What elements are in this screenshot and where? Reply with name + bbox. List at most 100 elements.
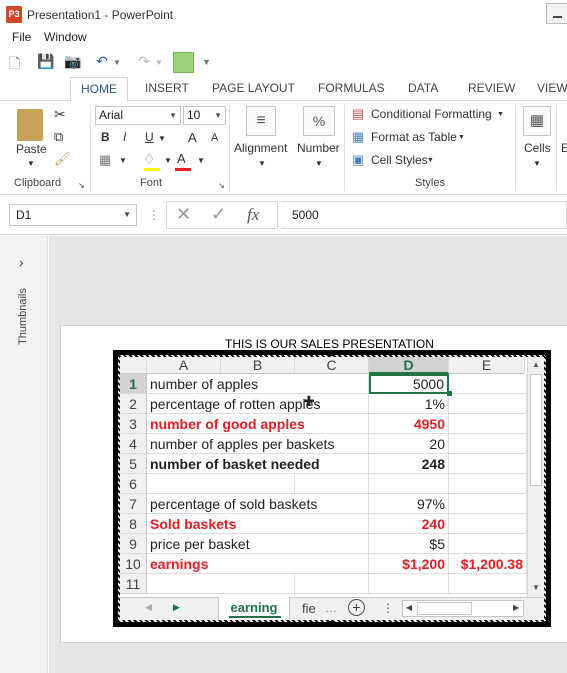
- underline-button[interactable]: U: [145, 130, 154, 144]
- expand-thumbnails-icon[interactable]: ›: [19, 254, 24, 270]
- cell-c9[interactable]: [295, 534, 369, 554]
- conditional-formatting-button[interactable]: Conditional Formatting: [371, 107, 492, 121]
- formula-input[interactable]: 5000: [281, 201, 567, 229]
- grow-font-button[interactable]: A: [188, 130, 197, 145]
- cell-d6[interactable]: [369, 474, 449, 494]
- row-header[interactable]: 1: [120, 374, 147, 394]
- cell-e10[interactable]: $1,200.38: [449, 554, 527, 574]
- cell-e11[interactable]: [449, 574, 527, 594]
- resize-handle[interactable]: [545, 621, 551, 627]
- fill-color-dropdown-icon[interactable]: ▼: [164, 156, 172, 165]
- cell-a1[interactable]: number of apples: [147, 374, 258, 394]
- cell-e7[interactable]: [449, 494, 527, 514]
- tab-data[interactable]: DATA: [408, 81, 438, 95]
- format-painter-icon[interactable]: 🖌: [54, 151, 71, 167]
- custom-macro-icon[interactable]: [173, 52, 194, 73]
- cell-c10[interactable]: [295, 554, 369, 574]
- menu-file[interactable]: File: [12, 30, 31, 44]
- cell-d11[interactable]: [369, 574, 449, 594]
- cell-styles-icon[interactable]: ▣: [352, 152, 364, 168]
- borders-icon[interactable]: ▦: [99, 152, 111, 168]
- undo-dropdown-icon[interactable]: ▼: [113, 58, 121, 67]
- cell-styles-button[interactable]: Cell Styles: [371, 153, 428, 167]
- cell-a8[interactable]: Sold baskets: [147, 514, 236, 534]
- column-header-b[interactable]: B: [221, 357, 295, 374]
- cell-d2[interactable]: 1%: [369, 394, 449, 414]
- horizontal-scroll-thumb[interactable]: [417, 602, 472, 615]
- cell-d8[interactable]: 240: [369, 514, 449, 534]
- cell-e8[interactable]: [449, 514, 527, 534]
- cell-a6[interactable]: [147, 474, 221, 494]
- cell-d5[interactable]: 248: [369, 454, 449, 474]
- resize-handle[interactable]: [113, 621, 119, 627]
- font-color-button[interactable]: A: [177, 151, 186, 166]
- fill-handle[interactable]: [447, 391, 452, 396]
- cell-c3[interactable]: [295, 414, 369, 434]
- cell-b10[interactable]: [221, 554, 295, 574]
- cancel-icon[interactable]: ✕: [176, 204, 191, 225]
- row-header[interactable]: 7: [120, 494, 147, 514]
- column-header-c[interactable]: C: [295, 357, 369, 374]
- sheet-tab-fie[interactable]: fie: [302, 601, 316, 616]
- name-box[interactable]: D1 ▼: [9, 204, 137, 226]
- cell-a3[interactable]: number of good apples: [147, 414, 305, 434]
- tab-formulas[interactable]: FORMULAS: [318, 81, 385, 95]
- cell-a4[interactable]: number of apples per baskets: [147, 434, 334, 454]
- row-header[interactable]: 2: [120, 394, 147, 414]
- cell-e1[interactable]: [449, 374, 527, 394]
- row-header[interactable]: 3: [120, 414, 147, 434]
- menu-window[interactable]: Window: [44, 30, 87, 44]
- font-size-dropdown[interactable]: 10 ▼: [183, 106, 226, 125]
- number-dropdown-icon[interactable]: ▼: [315, 159, 323, 168]
- save-icon[interactable]: 💾: [37, 53, 54, 70]
- tab-view[interactable]: VIEW: [537, 81, 567, 95]
- clipboard-launcher-icon[interactable]: ↘: [78, 181, 85, 190]
- horizontal-scrollbar[interactable]: ◀ ▶: [402, 600, 524, 617]
- resize-handle[interactable]: [329, 350, 335, 356]
- tab-options-icon[interactable]: ⋮: [382, 601, 394, 615]
- column-header-a[interactable]: A: [147, 357, 221, 374]
- cell-a7[interactable]: percentage of sold baskets: [147, 494, 317, 514]
- resize-handle[interactable]: [329, 621, 335, 627]
- number-button[interactable]: Number: [297, 141, 340, 155]
- tab-review[interactable]: REVIEW: [468, 81, 515, 95]
- scroll-right-icon[interactable]: ▶: [513, 603, 519, 612]
- cut-icon[interactable]: ✂: [54, 106, 66, 123]
- tab-home[interactable]: HOME: [70, 77, 128, 102]
- cell-e3[interactable]: [449, 414, 527, 434]
- cell-a10[interactable]: earnings: [147, 554, 221, 574]
- scroll-up-icon[interactable]: ▲: [532, 360, 540, 369]
- underline-dropdown-icon[interactable]: ▼: [158, 134, 166, 143]
- tab-page-layout[interactable]: PAGE LAYOUT: [212, 81, 295, 95]
- cell-c11[interactable]: [295, 574, 369, 594]
- cells-dropdown-icon[interactable]: ▼: [533, 159, 541, 168]
- scroll-thumb[interactable]: [530, 374, 542, 486]
- cell-b6[interactable]: [221, 474, 295, 494]
- powerpoint-app-icon[interactable]: P3: [6, 6, 22, 23]
- cells-button[interactable]: Cells: [524, 141, 551, 155]
- cell-a5[interactable]: number of basket needed: [147, 454, 320, 474]
- cell-styles-dropdown-icon[interactable]: ▼: [427, 157, 434, 164]
- cell-c1[interactable]: [295, 374, 369, 394]
- cell-e9[interactable]: [449, 534, 527, 554]
- font-launcher-icon[interactable]: ↘: [218, 181, 225, 190]
- undo-icon[interactable]: ↶: [96, 53, 108, 70]
- cell-d1[interactable]: 5000: [369, 374, 449, 394]
- alignment-dropdown-icon[interactable]: ▼: [258, 159, 266, 168]
- alignment-icon[interactable]: ≡: [246, 106, 276, 136]
- cell-c6[interactable]: [295, 474, 369, 494]
- redo-icon[interactable]: ↷: [138, 53, 150, 70]
- embedded-spreadsheet[interactable]: A B C D E 1 number of apples 5000 2 percenta…: [120, 357, 544, 620]
- conditional-formatting-icon[interactable]: ▤: [352, 106, 364, 122]
- minimize-button[interactable]: [546, 3, 567, 24]
- bold-button[interactable]: B: [101, 130, 110, 144]
- shrink-font-button[interactable]: A: [211, 132, 218, 144]
- italic-button[interactable]: I: [123, 130, 126, 144]
- cell-d4[interactable]: 20: [369, 434, 449, 454]
- cell-e4[interactable]: [449, 434, 527, 454]
- cell-e6[interactable]: [449, 474, 527, 494]
- paste-dropdown-icon[interactable]: ▼: [27, 159, 35, 168]
- next-sheet-icon[interactable]: ▶: [173, 602, 180, 613]
- editing-button-cut[interactable]: E: [561, 141, 567, 155]
- conditional-formatting-dropdown-icon[interactable]: ▼: [497, 111, 504, 118]
